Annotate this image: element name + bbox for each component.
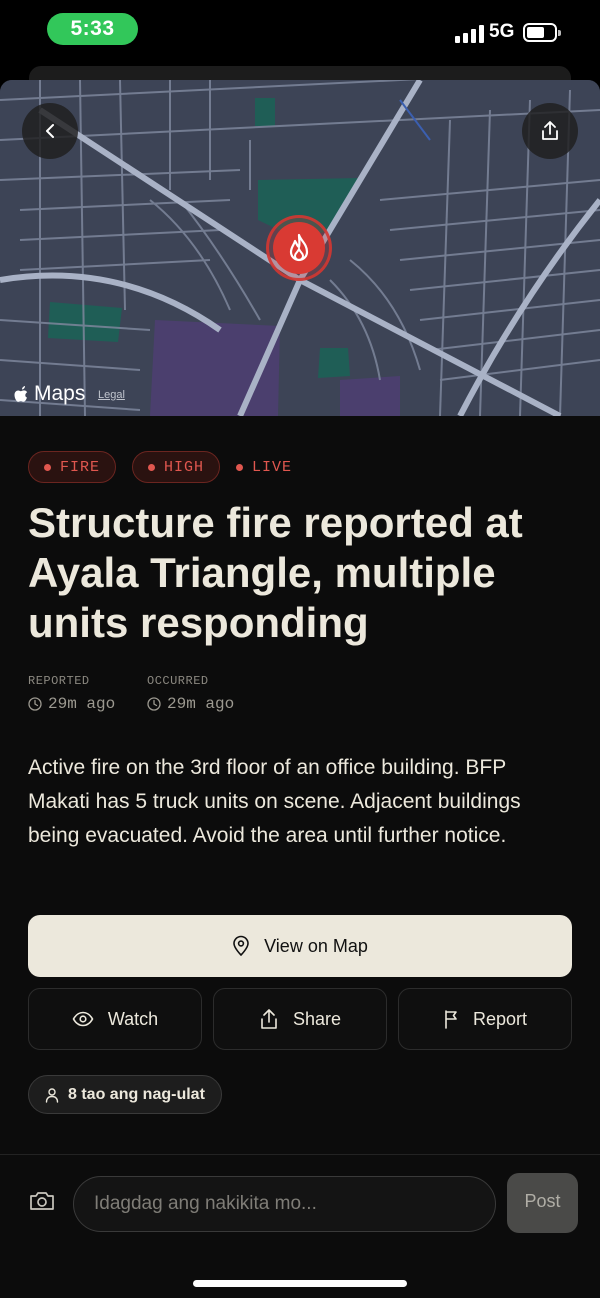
eye-icon bbox=[72, 1011, 94, 1027]
home-indicator bbox=[193, 1280, 407, 1287]
maps-legal-link[interactable]: Legal bbox=[98, 389, 125, 401]
live-dot-icon bbox=[236, 463, 244, 471]
live-indicator: LIVE bbox=[236, 459, 292, 476]
flag-icon bbox=[445, 1010, 457, 1029]
share-button[interactable]: Share bbox=[213, 988, 387, 1050]
clock-icon bbox=[147, 697, 161, 711]
fire-marker[interactable] bbox=[266, 215, 332, 281]
view-on-map-button[interactable]: View on Map bbox=[28, 915, 572, 977]
status-time: 5:33 bbox=[47, 13, 138, 45]
apple-maps-logo: Maps bbox=[14, 382, 85, 406]
comment-input[interactable] bbox=[73, 1176, 496, 1232]
tag-label: HIGH bbox=[164, 458, 205, 476]
status-bar: 5:33 5G bbox=[0, 0, 600, 64]
map-pin-icon bbox=[233, 935, 249, 956]
reported-label: REPORTED bbox=[28, 674, 90, 688]
person-icon bbox=[45, 1087, 59, 1103]
tag-severity: HIGH bbox=[132, 451, 221, 483]
live-label: LIVE bbox=[252, 458, 293, 476]
reporters-count-badge[interactable]: 8 tao ang nag-ulat bbox=[28, 1075, 222, 1114]
incident-details: FIRE HIGH LIVE Structure fire reported a… bbox=[0, 416, 600, 1298]
camera-icon bbox=[30, 1192, 54, 1210]
watch-label: Watch bbox=[107, 1008, 159, 1029]
chevron-left-icon bbox=[46, 124, 54, 138]
view-on-map-label: View on Map bbox=[264, 935, 368, 956]
watch-button[interactable]: Watch bbox=[28, 988, 202, 1050]
tag-fire: FIRE bbox=[28, 451, 117, 483]
incident-description: Active fire on the 3rd floor of an offic… bbox=[28, 756, 521, 847]
reported-value: 29m ago bbox=[48, 695, 116, 713]
share-label: Share bbox=[292, 1008, 342, 1029]
meta-reported: REPORTED 29m ago bbox=[28, 674, 115, 713]
maps-brand-label: Maps bbox=[34, 382, 86, 405]
cellular-signal-icon bbox=[455, 25, 485, 43]
share-icon bbox=[542, 121, 558, 140]
report-label: Report bbox=[472, 1008, 528, 1029]
share-icon bbox=[261, 1009, 277, 1029]
meta-occurred: OCCURRED 29m ago bbox=[147, 674, 234, 713]
occurred-value: 29m ago bbox=[167, 695, 235, 713]
incident-map[interactable]: Maps Legal bbox=[0, 80, 600, 416]
report-button[interactable]: Report bbox=[398, 988, 572, 1050]
camera-button[interactable] bbox=[28, 1189, 56, 1215]
occurred-label: OCCURRED bbox=[147, 674, 209, 688]
tag-label: FIRE bbox=[60, 458, 101, 476]
share-top-button[interactable] bbox=[522, 103, 578, 159]
reporters-label: 8 tao ang nag-ulat bbox=[68, 1085, 205, 1103]
incident-tags: FIRE HIGH LIVE bbox=[28, 451, 292, 483]
tag-dot-icon bbox=[44, 463, 51, 471]
network-type: 5G bbox=[489, 21, 515, 42]
post-button[interactable]: Post bbox=[507, 1173, 578, 1233]
back-button[interactable] bbox=[22, 103, 78, 159]
comment-composer: Post bbox=[0, 1154, 600, 1298]
apple-icon bbox=[14, 386, 28, 402]
battery-icon bbox=[523, 23, 561, 42]
flame-icon bbox=[289, 233, 309, 262]
clock-icon bbox=[28, 697, 42, 711]
incident-title: Structure fire reported at Ayala Triangl… bbox=[28, 499, 523, 646]
tag-dot-icon bbox=[148, 463, 156, 471]
